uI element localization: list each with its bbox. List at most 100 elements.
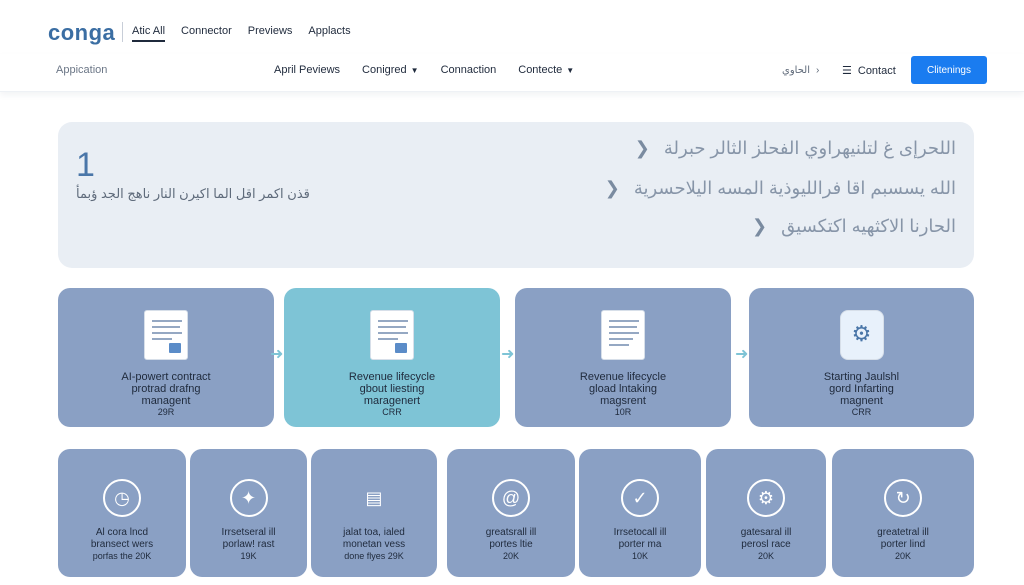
card-metric: CRR <box>382 407 402 417</box>
card-title: AI-powert contract <box>121 371 211 383</box>
process-card-3[interactable]: Revenue lifecycle gload lntaking magsren… <box>515 288 731 427</box>
gear-icon: ⚙ <box>747 479 785 517</box>
main-nav-conigred-dropdown[interactable]: Conigred ▼ <box>362 64 419 76</box>
panel-link-row-1[interactable]: اللحرإى غ لتلنيهراوي الفحلز الثالر حبرلة… <box>635 138 956 159</box>
service-card-1[interactable]: ◷ Al cora lncd bransect wers porfas the … <box>58 449 186 577</box>
service-card-7[interactable]: ↻ greatetral ill porter lind 20K <box>832 449 974 577</box>
card-subtitle: monetan vess <box>342 539 406 550</box>
language-label: الحاوي <box>782 65 810 76</box>
card-subtitle: portes ltie <box>489 539 533 550</box>
arrow-right-icon: ➜ <box>735 346 749 363</box>
panel-step-number: 1 <box>76 146 95 184</box>
card-title: Al cora lncd <box>95 527 149 538</box>
arrow-right-icon: ➜ <box>501 346 515 363</box>
panel-link-row-3[interactable]: الحارنا الاكثهيه اكتكسيق ❯ <box>752 216 956 237</box>
card-subtitle: gload lntaking <box>589 383 657 395</box>
main-nav: April Peviews Conigred ▼ Connaction Cont… <box>274 64 574 76</box>
card-metric: 20K <box>502 551 519 561</box>
card-subtitle: porter lind <box>880 539 926 550</box>
main-nav-label: Contecte <box>518 64 563 76</box>
card-metric: CRR <box>851 407 872 417</box>
panel-link-row-2[interactable]: الله يسسبم اقا فرالليوذية المسه اليلاحسر… <box>605 178 956 199</box>
top-nav-item-atic-all[interactable]: Atic All <box>132 25 166 42</box>
card-subtitle: magnent <box>840 395 883 407</box>
application-label: Appication <box>56 64 108 76</box>
card-subtitle: perosl race <box>741 539 791 550</box>
card-subtitle: gord Infarting <box>829 383 894 395</box>
card-title: Revenue lifecycle <box>348 371 436 383</box>
main-nav-connaction[interactable]: Connaction <box>441 64 497 76</box>
service-card-2[interactable]: ✦ Irrsetseral ill porlaw! rast 19K <box>190 449 307 577</box>
at-icon: @ <box>492 479 530 517</box>
card-metric: done flyes 29K <box>344 551 404 561</box>
service-card-6[interactable]: ⚙ gatesaral ill perosl race 20K <box>706 449 826 577</box>
sparkle-icon: ✦ <box>229 479 268 517</box>
panel-link-label: الحارنا الاكثهيه اكتكسيق <box>781 216 956 236</box>
contact-link[interactable]: ☰ Contact <box>842 64 896 78</box>
card-metric: 20K <box>894 551 911 561</box>
panel-subtitle: قذن اكمر اقل الما اكيرن النار ناهج الجد … <box>76 186 310 201</box>
card-metric: 20K <box>757 551 774 561</box>
main-nav-label: April Peviews <box>274 64 341 76</box>
top-nav-item-applacts[interactable]: Applacts <box>308 25 350 42</box>
arrow-right-icon: ➜ <box>270 346 284 363</box>
service-card-3[interactable]: ▤ jalat toa, ialed monetan vess done fly… <box>311 449 437 577</box>
card-subtitle: managent <box>141 395 191 407</box>
info-panel: 1 قذن اكمر اقل الما اكيرن النار ناهج الج… <box>58 122 974 268</box>
contract-document-icon <box>144 310 188 360</box>
card-metric: porfas the 20K <box>92 551 152 561</box>
card-subtitle: protrad drafng <box>131 383 201 395</box>
card-title: Irrsetseral ill <box>221 527 276 538</box>
card-title: gatesaral ill <box>740 527 792 538</box>
cta-button[interactable]: Clitenings <box>911 56 987 84</box>
process-card-1[interactable]: AI-powert contract protrad drafng manage… <box>58 288 274 427</box>
chevron-right-icon: ❯ <box>752 216 768 236</box>
card-title: greatsrall ill <box>485 527 537 538</box>
main-nav-label: Connaction <box>440 64 497 76</box>
main-nav-april-peviews[interactable]: April Peviews <box>274 64 340 76</box>
caret-down-icon: ▼ <box>566 65 575 75</box>
caret-down-icon: ▼ <box>410 65 419 75</box>
card-metric: 10K <box>631 551 648 561</box>
service-card-5[interactable]: ✓ Irrsetocall ill porter ma 10K <box>579 449 701 577</box>
contract-document-icon <box>370 310 414 360</box>
sub-nav-bar: Appication April Peviews Conigred ▼ Conn… <box>0 54 1024 92</box>
main-nav-label: Conigred <box>362 64 407 76</box>
service-card-4[interactable]: @ greatsrall ill portes ltie 20K <box>447 449 575 577</box>
ai-brain-icon: ⚙ <box>839 310 884 360</box>
document-icon <box>601 310 645 360</box>
card-metric: 10R <box>614 407 632 417</box>
logo-divider <box>122 22 123 42</box>
contact-label: Contact <box>857 64 896 77</box>
card-title: greatetral ill <box>877 527 929 538</box>
top-nav-item-previews[interactable]: Previews <box>248 25 293 42</box>
process-card-4[interactable]: ⚙ Starting Jaulshl gord Infarting magnen… <box>749 288 974 427</box>
check-icon: ✓ <box>621 479 659 517</box>
top-bar: conga Atic All Connector Previews Applac… <box>0 0 1024 54</box>
card-title: Starting Jaulshl <box>823 371 900 383</box>
card-subtitle: porlaw! rast <box>222 539 275 550</box>
card-title: jalat toa, ialed <box>343 527 405 538</box>
card-title: Irrsetocall ill <box>613 527 667 538</box>
top-nav-item-connector[interactable]: Connector <box>181 25 232 42</box>
process-card-2[interactable]: Revenue lifecycle gbout liesting maragen… <box>284 288 500 427</box>
menu-icon: ☰ <box>842 65 852 77</box>
card-metric: 29R <box>157 407 175 417</box>
card-metric: 19K <box>240 551 257 561</box>
refresh-icon: ↻ <box>884 479 922 517</box>
card-title: Revenue lifecycle <box>579 371 667 383</box>
clock-icon: ◷ <box>103 479 141 517</box>
card-subtitle: porter ma <box>618 539 662 550</box>
chevron-right-icon: › <box>815 65 820 76</box>
conga-logo[interactable]: conga <box>48 20 115 46</box>
card-subtitle: magsrent <box>600 395 646 407</box>
language-switcher[interactable]: الحاوي › <box>782 65 819 76</box>
chevron-right-icon: ❯ <box>634 138 650 158</box>
card-subtitle: bransect wers <box>90 539 154 550</box>
chevron-right-icon: ❯ <box>604 178 620 198</box>
panel-link-label: اللحرإى غ لتلنيهراوي الفحلز الثالر حبرلة <box>663 138 956 158</box>
panel-link-label: الله يسسبم اقا فرالليوذية المسه اليلاحسر… <box>633 178 956 198</box>
document-icon: ▤ <box>365 487 383 508</box>
main-nav-contecte-dropdown[interactable]: Contecte ▼ <box>518 64 574 76</box>
card-subtitle: maragenert <box>363 395 421 407</box>
